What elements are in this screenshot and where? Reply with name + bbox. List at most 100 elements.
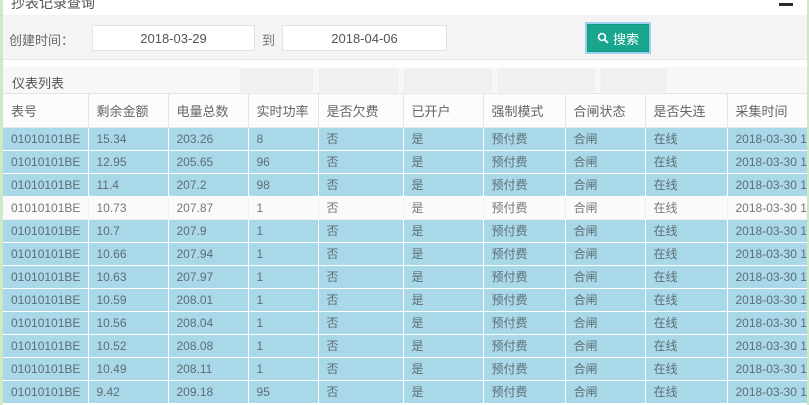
cell-disconnected: 在线 [645,357,727,380]
cell-total_energy: 207.97 [168,265,248,288]
cell-account_opened: 是 [403,311,483,334]
cell-total_energy: 207.87 [168,196,248,219]
cell-collect_time: 2018-03-30 15:1 [727,127,807,150]
table-row[interactable]: 01010101BE11.4207.298否是预付费合闸在线2018-03-30… [3,173,807,196]
start-date-input[interactable] [92,25,255,51]
cell-switch_status: 合闸 [565,357,645,380]
cell-balance: 10.66 [88,242,168,265]
cell-account_opened: 是 [403,196,483,219]
column-header-collect_time: 采集时间 [727,94,807,127]
cell-balance: 10.52 [88,334,168,357]
cell-switch_status: 合闸 [565,196,645,219]
end-date-input[interactable] [282,25,447,51]
cell-force_mode: 预付费 [483,288,565,311]
cell-account_opened: 是 [403,334,483,357]
toolbar-button-disabled[interactable] [319,69,398,92]
table-row[interactable]: 01010101BE15.34203.268否是预付费合闸在线2018-03-3… [3,127,807,150]
table-row[interactable]: 01010101BE10.7207.91否是预付费合闸在线2018-03-30 … [3,219,807,242]
cell-arrears: 否 [318,127,403,150]
toolbar-button-disabled[interactable] [240,69,313,92]
title-bar: 抄表记录查询 [3,0,807,15]
cell-total_energy: 205.65 [168,150,248,173]
cell-disconnected: 在线 [645,196,727,219]
toolbar-button-disabled[interactable] [498,69,595,92]
cell-arrears: 否 [318,150,403,173]
cell-force_mode: 预付费 [483,311,565,334]
cell-force_mode: 预付费 [483,334,565,357]
cell-collect_time: 2018-03-30 15:1 [727,150,807,173]
table-header-row: 表号剩余金额电量总数实时功率是否欠费已开户强制模式合闸状态是否失连采集时间 [3,94,807,127]
table-row[interactable]: 01010101BE10.63207.971否是预付费合闸在线2018-03-3… [3,265,807,288]
cell-power: 1 [248,242,318,265]
cell-force_mode: 预付费 [483,265,565,288]
column-header-switch_status: 合闸状态 [565,94,645,127]
cell-collect_time: 2018-03-30 15:1 [727,311,807,334]
search-button-label: 搜索 [613,29,639,48]
column-header-total_energy: 电量总数 [168,94,248,127]
cell-collect_time: 2018-03-30 15:1 [727,380,807,403]
cell-account_opened: 是 [403,265,483,288]
cell-meter_no: 01010101BE [3,334,88,357]
table-row[interactable]: 01010101BE10.66207.941否是预付费合闸在线2018-03-3… [3,242,807,265]
cell-account_opened: 是 [403,242,483,265]
cell-switch_status: 合闸 [565,311,645,334]
column-header-force_mode: 强制模式 [483,94,565,127]
cell-total_energy: 203.26 [168,127,248,150]
cell-meter_no: 01010101BE [3,288,88,311]
cell-balance: 10.59 [88,288,168,311]
cell-disconnected: 在线 [645,311,727,334]
cell-power: 1 [248,357,318,380]
cell-power: 1 [248,311,318,334]
cell-power: 98 [248,173,318,196]
table-row[interactable]: 01010101BE10.73207.871否是预付费合闸在线2018-03-3… [3,196,807,219]
cell-collect_time: 2018-03-30 15:1 [727,242,807,265]
cell-account_opened: 是 [403,173,483,196]
cell-collect_time: 2018-03-30 15:1 [727,357,807,380]
table-row[interactable]: 01010101BE12.95205.6596否是预付费合闸在线2018-03-… [3,150,807,173]
cell-arrears: 否 [318,357,403,380]
cell-total_energy: 207.94 [168,242,248,265]
cell-balance: 10.7 [88,219,168,242]
table-row[interactable]: 01010101BE10.56208.041否是预付费合闸在线2018-03-3… [3,311,807,334]
table-row[interactable]: 01010101BE9.42209.1895否是预付费合闸在线2018-03-3… [3,380,807,403]
cell-force_mode: 预付费 [483,219,565,242]
minimize-icon[interactable] [779,3,793,6]
search-button[interactable]: 搜索 [587,24,649,52]
cell-meter_no: 01010101BE [3,219,88,242]
column-header-arrears: 是否欠费 [318,94,403,127]
toolbar-button-disabled[interactable] [601,69,666,92]
cell-account_opened: 是 [403,357,483,380]
column-header-power: 实时功率 [248,94,318,127]
create-time-label: 创建时间： [9,30,74,49]
cell-disconnected: 在线 [645,173,727,196]
cell-total_energy: 207.2 [168,173,248,196]
table-row[interactable]: 01010101BE10.59208.011否是预付费合闸在线2018-03-3… [3,288,807,311]
cell-power: 8 [248,127,318,150]
cell-account_opened: 是 [403,219,483,242]
cell-switch_status: 合闸 [565,334,645,357]
column-header-meter_no: 表号 [3,94,88,127]
cell-arrears: 否 [318,311,403,334]
table-row[interactable]: 01010101BE10.52208.081否是预付费合闸在线2018-03-3… [3,334,807,357]
toolbar-button-disabled[interactable] [404,69,492,92]
cell-switch_status: 合闸 [565,288,645,311]
cell-arrears: 否 [318,196,403,219]
cell-meter_no: 01010101BE [3,242,88,265]
cell-meter_no: 01010101BE [3,311,88,334]
cell-collect_time: 2018-03-30 15:1 [727,288,807,311]
cell-balance: 11.4 [88,173,168,196]
cell-total_energy: 209.18 [168,380,248,403]
table-row[interactable]: 01010101BE10.49208.111否是预付费合闸在线2018-03-3… [3,357,807,380]
page-title: 抄表记录查询 [11,0,95,13]
meter-list-section-bar: 仪表列表 [3,67,807,94]
cell-balance: 15.34 [88,127,168,150]
cell-disconnected: 在线 [645,265,727,288]
cell-arrears: 否 [318,219,403,242]
cell-collect_time: 2018-03-30 15:1 [727,265,807,288]
cell-balance: 9.42 [88,380,168,403]
cell-meter_no: 01010101BE [3,196,88,219]
cell-arrears: 否 [318,173,403,196]
cell-balance: 12.95 [88,150,168,173]
cell-balance: 10.63 [88,265,168,288]
cell-switch_status: 合闸 [565,150,645,173]
